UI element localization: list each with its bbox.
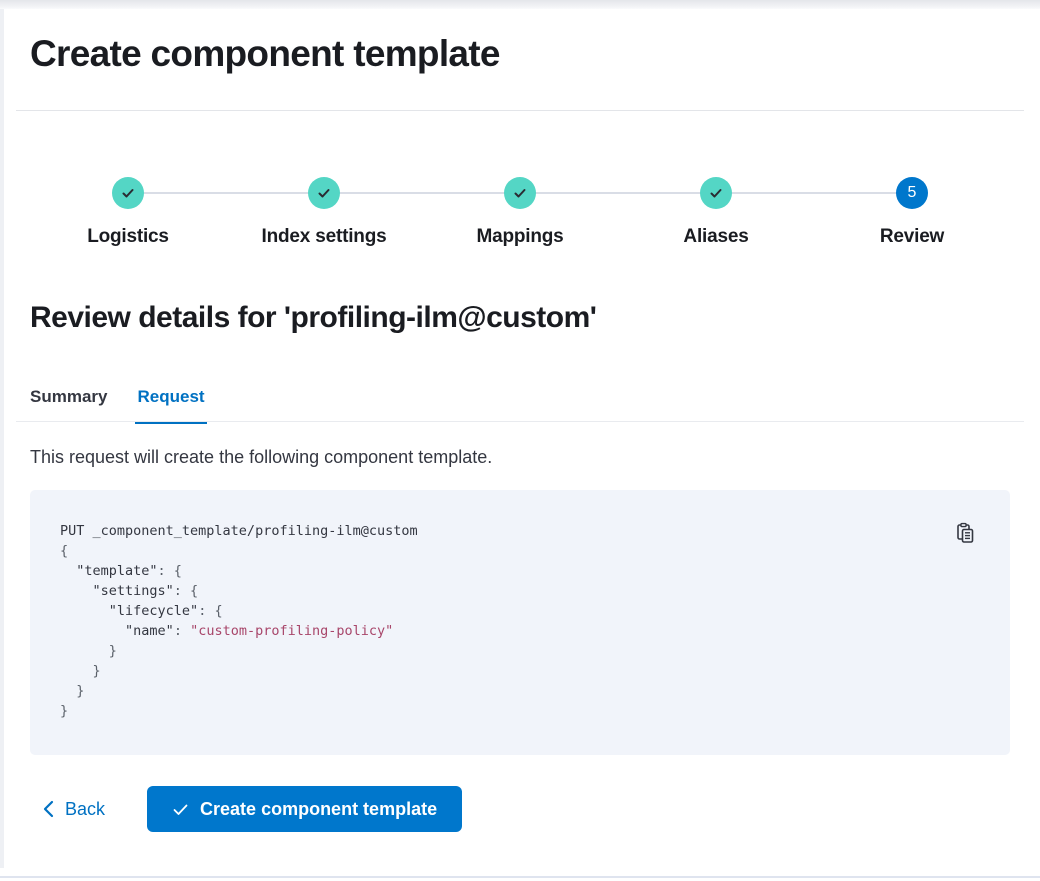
tabs-divider: [16, 421, 1024, 422]
check-icon: [708, 185, 724, 201]
copy-clipboard-icon: [954, 522, 976, 544]
stepper-step-aliases: Aliases: [618, 177, 814, 248]
step-active-circle[interactable]: 5: [896, 177, 928, 209]
step-label: Mappings: [476, 226, 563, 248]
chevron-left-icon: [42, 800, 55, 818]
back-button-label: Back: [65, 799, 105, 820]
request-description: This request will create the following c…: [30, 447, 492, 468]
step-label: Review: [880, 226, 944, 248]
page-title: Create component template: [30, 33, 500, 75]
step-label: Index settings: [262, 226, 387, 248]
page-left-edge: [0, 9, 4, 868]
copy-to-clipboard-button[interactable]: [954, 522, 976, 544]
step-complete-circle[interactable]: [308, 177, 340, 209]
page-top-edge: [0, 0, 1040, 9]
stepper-step-mappings: Mappings: [422, 177, 618, 248]
review-details-heading: Review details for 'profiling-ilm@custom…: [30, 301, 596, 335]
tab-request[interactable]: Request: [135, 385, 206, 424]
check-icon: [120, 185, 136, 201]
stepper-step-logistics: Logistics: [30, 177, 226, 248]
step-label: Logistics: [87, 226, 169, 248]
footer-actions: Back Create component template: [30, 786, 462, 832]
stepper-step-review: 5 Review: [814, 177, 1010, 248]
check-icon: [316, 185, 332, 201]
create-component-template-label: Create component template: [200, 799, 437, 820]
page-bottom-divider: [0, 876, 1040, 878]
step-number: 5: [908, 184, 917, 202]
title-divider: [16, 110, 1024, 111]
step-complete-circle[interactable]: [504, 177, 536, 209]
stepper-step-index-settings: Index settings: [226, 177, 422, 248]
create-component-template-button[interactable]: Create component template: [147, 786, 462, 832]
step-label: Aliases: [683, 226, 748, 248]
check-icon: [512, 185, 528, 201]
create-component-template-page: Create component template Logistics Inde…: [0, 0, 1040, 881]
step-complete-circle[interactable]: [700, 177, 732, 209]
review-tabs: Summary Request: [28, 385, 207, 424]
tab-summary[interactable]: Summary: [28, 385, 109, 424]
request-code-block: PUT _component_template/profiling-ilm@cu…: [30, 490, 1010, 755]
wizard-stepper: Logistics Index settings Mappings: [30, 177, 1010, 248]
step-complete-circle[interactable]: [112, 177, 144, 209]
code-lines: PUT _component_template/profiling-ilm@cu…: [60, 521, 980, 721]
back-button[interactable]: Back: [30, 799, 105, 820]
check-icon: [172, 801, 189, 818]
